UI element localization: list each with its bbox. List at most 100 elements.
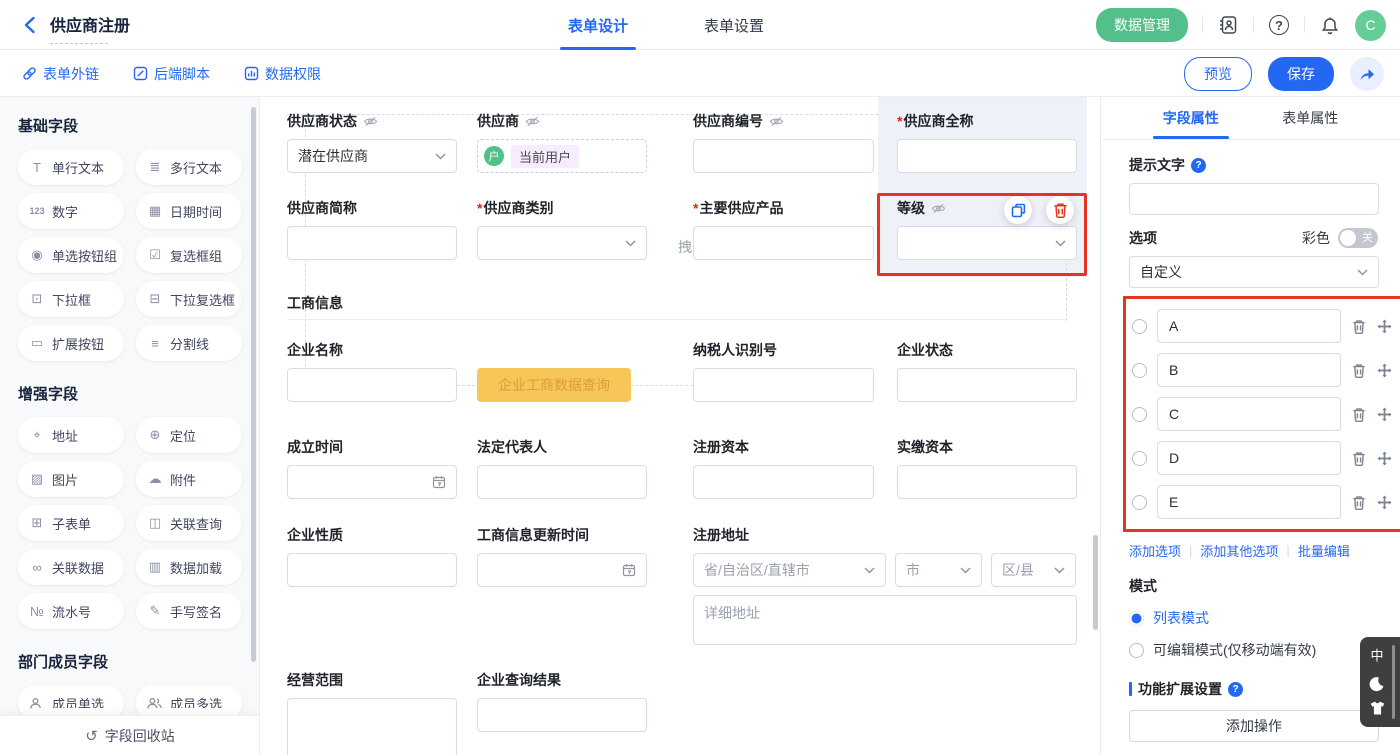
add-other-option-link[interactable]: 添加其他选项 [1200, 541, 1278, 560]
establish-date-input[interactable] [287, 465, 457, 499]
theme-shirt-icon[interactable] [1370, 701, 1385, 715]
palette-item-subform[interactable]: ⊞子表单 [18, 505, 124, 541]
back-button[interactable] [18, 14, 40, 36]
field-company-status[interactable]: 企业状态 [897, 340, 1077, 402]
tab-form-properties[interactable]: 表单属性 [1282, 97, 1338, 139]
user-avatar[interactable]: C [1355, 10, 1386, 41]
option-radio[interactable] [1132, 363, 1147, 378]
supplier-no-input[interactable] [693, 139, 874, 173]
dark-mode-moon-icon[interactable] [1369, 676, 1385, 692]
delete-option-icon[interactable] [1352, 319, 1366, 334]
supplier-status-select[interactable]: 潜在供应商 [287, 139, 457, 173]
option-radio[interactable] [1132, 495, 1147, 510]
field-business-scope[interactable]: 经营范围 [287, 670, 457, 755]
company-query-result-input[interactable] [477, 698, 647, 732]
palette-item-location[interactable]: ⊕定位 [136, 417, 242, 453]
palette-item-attachment[interactable]: ☁附件 [136, 461, 242, 497]
company-nature-input[interactable] [287, 553, 457, 587]
drag-handle-icon[interactable] [1377, 495, 1392, 510]
option-value-input[interactable] [1157, 397, 1341, 431]
help-icon[interactable]: ? [1191, 158, 1206, 173]
hint-text-input[interactable] [1129, 183, 1379, 215]
company-name-input[interactable] [287, 368, 457, 402]
field-recycle-bin[interactable]: ↺ 字段回收站 [0, 715, 260, 755]
delete-option-icon[interactable] [1352, 451, 1366, 466]
field-main-products[interactable]: *主要供应产品 [693, 198, 874, 260]
legal-rep-input[interactable] [477, 465, 647, 499]
drag-handle-icon[interactable] [1377, 451, 1392, 466]
drag-handle-icon[interactable] [1377, 363, 1392, 378]
address-detail-textarea[interactable]: 详细地址 [693, 595, 1077, 645]
sidebar-scrollbar[interactable] [251, 107, 256, 662]
field-legal-rep[interactable]: 法定代表人 [477, 437, 647, 499]
option-value-input[interactable] [1157, 441, 1341, 475]
field-supplier[interactable]: 供应商 户 当前用户 [477, 111, 647, 173]
delete-field-button[interactable] [1046, 196, 1074, 224]
option-value-input[interactable] [1157, 309, 1341, 343]
palette-item-relation-query[interactable]: ◫关联查询 [136, 505, 242, 541]
business-scope-textarea[interactable] [287, 698, 457, 755]
help-icon[interactable]: ? [1228, 682, 1243, 697]
palette-item-datetime[interactable]: ▦日期时间 [136, 193, 242, 229]
field-company-query-result[interactable]: 企业查询结果 [477, 670, 647, 732]
paid-capital-input[interactable] [897, 465, 1077, 499]
field-supplier-status[interactable]: 供应商状态 潜在供应商 [287, 111, 457, 173]
palette-item-relation-data[interactable]: ∞关联数据 [18, 549, 124, 585]
color-toggle[interactable]: 关 [1338, 228, 1378, 248]
palette-item-image[interactable]: ▨图片 [18, 461, 124, 497]
company-data-query-button[interactable]: 企业工商数据查询 [477, 368, 631, 402]
mode-editable-radio[interactable]: 可编辑模式(仅移动端有效) [1129, 640, 1378, 660]
field-supplier-short-name[interactable]: 供应商简称 [287, 198, 457, 260]
form-external-link[interactable]: 表单外链 [22, 64, 99, 84]
tab-form-settings[interactable]: 表单设置 [696, 0, 772, 50]
palette-item-number[interactable]: 123数字 [18, 193, 124, 229]
field-supplier-category[interactable]: *供应商类别 [477, 198, 647, 260]
drag-handle-icon[interactable] [1377, 319, 1392, 334]
field-establish-date[interactable]: 成立时间 [287, 437, 457, 499]
field-info-update-time[interactable]: 工商信息更新时间 [477, 525, 647, 587]
tab-field-properties[interactable]: 字段属性 [1163, 97, 1219, 139]
language-toggle[interactable]: 中ʾ [1370, 649, 1383, 668]
palette-item-dropdown[interactable]: ⊡下拉框 [18, 281, 124, 317]
add-action-button[interactable]: 添加操作 [1129, 710, 1379, 742]
option-radio[interactable] [1132, 451, 1147, 466]
company-status-input[interactable] [897, 368, 1077, 402]
batch-edit-link[interactable]: 批量编辑 [1298, 541, 1350, 560]
drag-handle-icon[interactable] [1377, 407, 1392, 422]
supplier-short-name-input[interactable] [287, 226, 457, 260]
field-supplier-no[interactable]: 供应商编号 [693, 111, 874, 173]
preview-button[interactable]: 预览 [1184, 57, 1252, 91]
palette-item-single-line-text[interactable]: T单行文本 [18, 149, 124, 185]
address-province-select[interactable]: 省/自治区/直辖市 [693, 553, 886, 587]
supplier-full-name-input[interactable] [897, 139, 1077, 173]
palette-item-divider[interactable]: ≡分割线 [136, 325, 242, 361]
share-button[interactable] [1350, 57, 1384, 91]
mode-list-radio[interactable]: 列表模式 [1129, 608, 1378, 628]
copy-field-button[interactable] [1004, 196, 1032, 224]
option-value-input[interactable] [1157, 353, 1341, 387]
page-title[interactable]: 供应商注册 [50, 12, 130, 38]
add-option-link[interactable]: 添加选项 [1129, 541, 1181, 560]
option-value-input[interactable] [1157, 485, 1341, 519]
field-registered-address[interactable]: 注册地址 省/自治区/直辖市 市 区/县 详细地址 [693, 525, 1077, 645]
field-registered-capital[interactable]: 注册资本 [693, 437, 874, 499]
palette-item-signature[interactable]: ✎手写签名 [136, 593, 242, 629]
palette-item-data-loading[interactable]: ▥数据加载 [136, 549, 242, 585]
address-city-select[interactable]: 市 [895, 553, 982, 587]
form-canvas[interactable]: 供应商状态 潜在供应商 供应商 户 当前用户 供应商编号 *供应商全称 供应商简… [260, 97, 1100, 755]
notification-bell-icon[interactable] [1319, 14, 1341, 36]
supplier-category-select[interactable] [477, 226, 647, 260]
data-permission-link[interactable]: 数据权限 [244, 64, 321, 84]
info-update-time-input[interactable] [477, 553, 647, 587]
palette-item-extension-button[interactable]: ▭扩展按钮 [18, 325, 124, 361]
field-company-nature[interactable]: 企业性质 [287, 525, 457, 587]
grade-select[interactable] [897, 226, 1077, 260]
help-icon[interactable]: ? [1268, 14, 1290, 36]
backend-script-link[interactable]: 后端脚本 [133, 64, 210, 84]
field-paid-capital[interactable]: 实缴资本 [897, 437, 1077, 499]
field-supplier-full-name[interactable]: *供应商全称 [897, 111, 1077, 173]
tab-form-design[interactable]: 表单设计 [560, 0, 636, 50]
save-button[interactable]: 保存 [1268, 57, 1334, 91]
delete-option-icon[interactable] [1352, 495, 1366, 510]
contacts-book-icon[interactable] [1217, 14, 1239, 36]
